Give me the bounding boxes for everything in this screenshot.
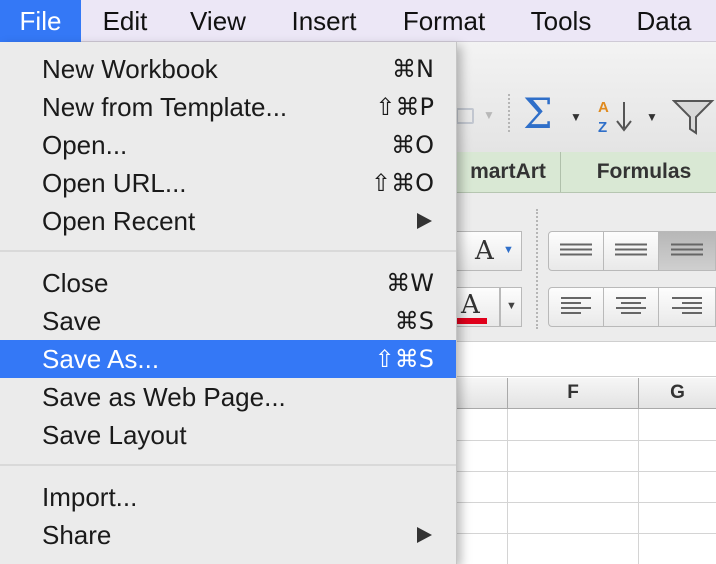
column-header-g[interactable]: G — [638, 378, 716, 408]
menu-item-save-as[interactable]: Save As... ⇧⌘S — [0, 340, 456, 378]
column-header-f[interactable]: F — [507, 378, 638, 408]
menu-insert[interactable]: Insert — [278, 0, 370, 42]
menu-item-label: Open Recent — [42, 206, 196, 236]
submenu-arrow-icon — [417, 213, 432, 229]
menu-item-share[interactable]: Share — [0, 516, 456, 554]
align-bottom-icon — [671, 243, 703, 259]
ribbon-separator — [536, 209, 538, 329]
menu-item-label: Close — [42, 268, 109, 298]
chevron-down-icon: ▼ — [483, 108, 495, 122]
menu-item-new-workbook[interactable]: New Workbook ⌘N — [0, 50, 456, 88]
menu-item-label: Open... — [42, 130, 128, 160]
menu-item-shortcut: ⌘N — [392, 55, 434, 83]
menu-item-shortcut: ⇧⌘S — [374, 345, 434, 373]
menu-item-shortcut: ⇧⌘O — [371, 169, 434, 197]
menu-item-save-as-web-page[interactable]: Save as Web Page... — [0, 378, 456, 416]
menu-item-open-url[interactable]: Open URL... ⇧⌘O — [0, 164, 456, 202]
tab-divider — [560, 152, 561, 192]
align-bottom-button[interactable] — [658, 231, 716, 271]
menu-view[interactable]: View — [178, 0, 258, 42]
align-center-button[interactable] — [603, 287, 659, 327]
menu-file[interactable]: File — [0, 0, 81, 42]
menu-item-save[interactable]: Save ⌘S — [0, 302, 456, 340]
menu-item-label: Save — [42, 306, 102, 336]
menu-separator — [0, 464, 456, 466]
menu-bar: File Edit View Insert Format Tools Data — [0, 0, 716, 42]
align-right-button[interactable] — [658, 287, 716, 327]
align-left-icon — [561, 297, 591, 317]
menu-separator — [0, 250, 456, 252]
menu-item-shortcut: ⌘S — [394, 307, 434, 335]
menu-item-label: Import... — [42, 482, 138, 512]
menu-item-close[interactable]: Close ⌘W — [0, 264, 456, 302]
disabled-toolbar-icon — [456, 108, 474, 124]
submenu-arrow-icon — [417, 527, 432, 543]
funnel-icon[interactable] — [672, 97, 716, 137]
menu-item-open-recent[interactable]: Open Recent — [0, 202, 456, 240]
font-color-button[interactable]: A — [456, 287, 500, 327]
menu-tools[interactable]: Tools — [518, 0, 604, 42]
menu-item-shortcut: ⌘O — [391, 131, 434, 159]
file-menu-dropdown: New Workbook ⌘N New from Template... ⇧⌘P… — [0, 42, 457, 564]
font-size-glyph: A — [475, 236, 494, 266]
font-color-glyph: A — [461, 290, 480, 320]
chevron-down-icon: ▼ — [506, 300, 517, 312]
menu-item-label: Save Layout — [42, 420, 187, 450]
menu-item-open[interactable]: Open... ⌘O — [0, 126, 456, 164]
autosum-menu-chevron-icon[interactable]: ▼ — [570, 110, 582, 124]
align-middle-icon — [615, 243, 647, 259]
tab-formulas[interactable]: Formulas — [562, 152, 716, 192]
align-middle-button[interactable] — [603, 231, 659, 271]
menu-format[interactable]: Format — [386, 0, 502, 42]
menu-data[interactable]: Data — [622, 0, 706, 42]
align-left-button[interactable] — [548, 287, 604, 327]
align-top-button[interactable] — [548, 231, 604, 271]
menu-item-label: Open URL... — [42, 168, 187, 198]
align-top-icon — [560, 243, 592, 259]
grid-line — [638, 409, 639, 564]
menu-item-label: Save As... — [42, 344, 160, 374]
svg-text:A: A — [598, 99, 609, 116]
sigma-icon[interactable]: Σ — [523, 93, 553, 135]
sort-az-icon[interactable]: A Z — [596, 98, 640, 134]
font-color-swatch — [457, 318, 487, 324]
align-right-icon — [672, 297, 702, 317]
tab-smartart[interactable]: martArt — [456, 152, 560, 192]
menu-edit[interactable]: Edit — [92, 0, 158, 42]
grid-line — [507, 409, 508, 564]
font-size-button[interactable]: A ▼ — [456, 231, 522, 271]
menu-item-shortcut: ⌘W — [386, 269, 434, 297]
toolbar-separator — [508, 94, 510, 132]
svg-text:Z: Z — [598, 119, 607, 134]
menu-item-label: Save as Web Page... — [42, 382, 286, 412]
align-center-icon — [616, 297, 646, 317]
sort-menu-chevron-icon[interactable]: ▼ — [646, 110, 658, 124]
chevron-down-icon: ▼ — [503, 244, 514, 256]
menu-item-save-layout[interactable]: Save Layout — [0, 416, 456, 454]
menu-item-import[interactable]: Import... — [0, 478, 456, 516]
font-color-dropdown[interactable]: ▼ — [500, 287, 522, 327]
menu-item-new-from-template[interactable]: New from Template... ⇧⌘P — [0, 88, 456, 126]
menu-item-shortcut: ⇧⌘P — [375, 93, 434, 121]
menu-item-label: New Workbook — [42, 54, 218, 84]
menu-item-label: Share — [42, 520, 112, 550]
menu-item-label: New from Template... — [42, 92, 288, 122]
